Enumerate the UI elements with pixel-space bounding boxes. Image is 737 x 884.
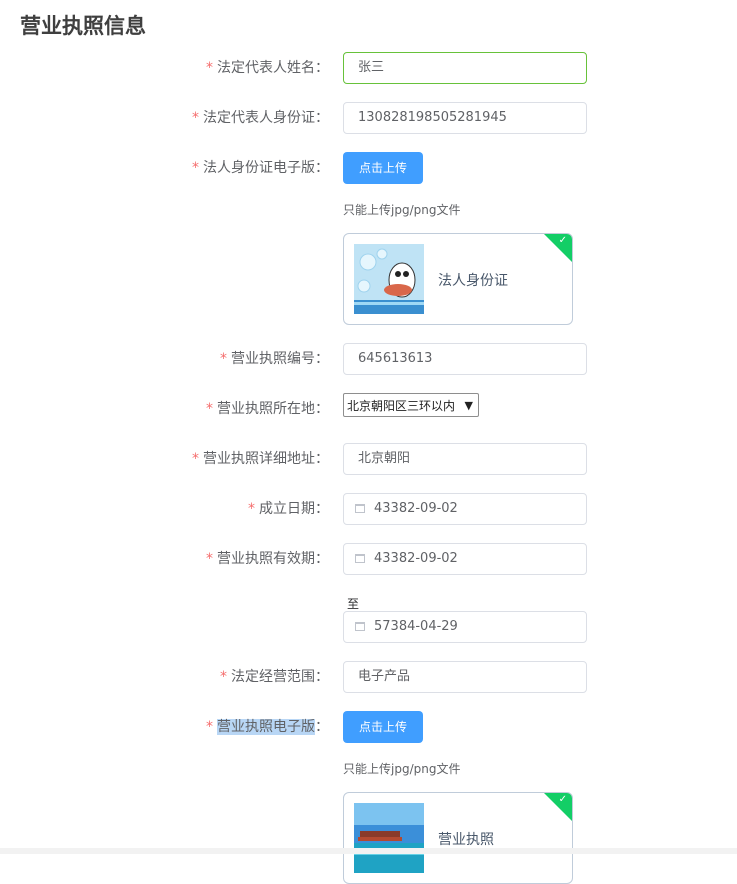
scope-label-text: 法定经营范围 <box>231 669 315 685</box>
label-colon: ： <box>315 60 329 76</box>
required-star: * <box>220 669 227 685</box>
legal-name-label-text: 法定代表人姓名 <box>217 60 315 76</box>
required-star: * <box>206 401 213 417</box>
license-address-label: * 营业执照详细地址： <box>89 443 329 475</box>
scope-label: * 法定经营范围： <box>89 661 329 693</box>
license-no-label-text: 营业执照编号 <box>231 351 315 367</box>
check-icon: ✓ <box>558 235 567 246</box>
legal-name-label: * 法定代表人姓名： <box>89 52 329 84</box>
bottom-edge <box>0 848 737 854</box>
validity-start-value: 43382-09-02 <box>374 551 458 566</box>
uploaded-id-card-item[interactable]: 法人身份证 ✓ <box>343 233 573 325</box>
license-address-label-text: 营业执照详细地址 <box>203 451 315 467</box>
label-colon: ： <box>315 719 329 735</box>
label-colon: ： <box>315 551 329 567</box>
label-colon: ： <box>315 451 329 467</box>
uploaded-license-item[interactable]: 营业执照 ✓ <box>343 792 573 884</box>
calendar-icon <box>355 554 365 563</box>
legal-id-label: * 法定代表人身份证： <box>89 102 329 134</box>
validity-start-picker[interactable]: 43382-09-02 <box>343 543 587 575</box>
label-colon: ： <box>315 110 329 126</box>
calendar-icon <box>355 622 365 631</box>
validity-end-picker[interactable]: 57384-04-29 <box>343 611 587 643</box>
id-card-file-name: 法人身份证 <box>438 273 508 289</box>
upload-tip: 只能上传jpg/png文件 <box>343 203 461 217</box>
legal-id-scan-label-text: 法人身份证电子版 <box>203 160 315 176</box>
required-star: * <box>206 719 213 735</box>
label-colon: ： <box>315 501 329 517</box>
license-no-input[interactable]: 645613613 <box>343 343 587 375</box>
founded-date-label: * 成立日期： <box>89 493 329 525</box>
license-scan-label-text: 营业执照电子版 <box>217 719 315 735</box>
label-colon: ： <box>315 351 329 367</box>
legal-id-input[interactable]: 130828198505281945 <box>343 102 587 134</box>
required-star: * <box>248 501 255 517</box>
required-star: * <box>220 351 227 367</box>
chevron-down-icon: ▼ <box>464 399 473 412</box>
legal-id-scan-label: * 法人身份证电子版： <box>89 152 329 184</box>
founded-date-value: 43382-09-02 <box>374 501 458 516</box>
license-location-label: * 营业执照所在地： <box>89 393 329 425</box>
license-location-label-text: 营业执照所在地 <box>217 401 315 417</box>
legal-name-input[interactable]: 张三 <box>343 52 587 84</box>
calendar-icon <box>355 504 365 513</box>
check-icon: ✓ <box>558 794 567 805</box>
range-separator: 至 <box>347 597 360 611</box>
upload-license-button[interactable]: 点击上传 <box>343 711 423 743</box>
validity-label: * 营业执照有效期： <box>89 543 329 575</box>
scope-input[interactable]: 电子产品 <box>343 661 587 693</box>
upload-id-card-button[interactable]: 点击上传 <box>343 152 423 184</box>
label-colon: ： <box>315 401 329 417</box>
required-star: * <box>206 551 213 567</box>
validity-label-text: 营业执照有效期 <box>217 551 315 567</box>
license-location-select[interactable]: 北京朝阳区三环以内 ▼ <box>343 393 479 417</box>
label-colon: ： <box>315 669 329 685</box>
required-star: * <box>192 110 199 126</box>
license-scan-label: * 营业执照电子版： <box>89 711 329 743</box>
license-file-name: 营业执照 <box>438 832 494 848</box>
required-star: * <box>192 160 199 176</box>
license-address-input[interactable]: 北京朝阳 <box>343 443 587 475</box>
founded-date-label-text: 成立日期 <box>259 501 315 517</box>
license-location-selected: 北京朝阳区三环以内 <box>347 399 456 413</box>
section-title: 营业执照信息 <box>20 14 146 38</box>
founded-date-picker[interactable]: 43382-09-02 <box>343 493 587 525</box>
label-colon: ： <box>315 160 329 176</box>
license-no-label: * 营业执照编号： <box>89 343 329 375</box>
upload-tip: 只能上传jpg/png文件 <box>343 762 461 776</box>
required-star: * <box>206 60 213 76</box>
legal-id-label-text: 法定代表人身份证 <box>203 110 315 126</box>
required-star: * <box>192 451 199 467</box>
validity-end-value: 57384-04-29 <box>374 619 458 634</box>
id-card-thumbnail <box>354 244 424 314</box>
license-thumbnail <box>354 803 424 873</box>
